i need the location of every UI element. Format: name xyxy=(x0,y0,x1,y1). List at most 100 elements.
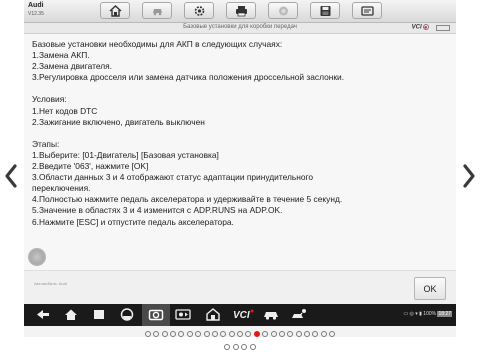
page-indicator-dot[interactable] xyxy=(278,330,285,337)
home-button[interactable] xyxy=(100,2,130,19)
vci-connection-icon: ● xyxy=(422,24,429,31)
page-indicator-dot[interactable] xyxy=(220,330,227,337)
printer-icon xyxy=(236,6,247,17)
page-indicator-dot[interactable] xyxy=(249,343,256,350)
page-indicator-dot[interactable] xyxy=(211,330,218,337)
page-indicator-dot[interactable] xyxy=(320,330,327,337)
page-indicator-dot[interactable] xyxy=(178,330,185,337)
system-clock: 18:27 xyxy=(437,311,452,317)
instruction-line: 1.Нет кодов DTC xyxy=(32,105,98,116)
page-indicator-dot[interactable] xyxy=(203,330,210,337)
page-indicator-dot[interactable] xyxy=(232,343,239,350)
mechanic-button[interactable] xyxy=(290,307,308,322)
home-garage-icon xyxy=(206,308,220,321)
gear-icon xyxy=(194,6,205,16)
instruction-line: Этапы: xyxy=(32,138,60,149)
home-icon xyxy=(65,309,77,320)
brand-name: Audi xyxy=(28,2,44,9)
battery-status-icon xyxy=(436,25,450,31)
back-icon xyxy=(37,310,49,319)
page-indicator-dot[interactable] xyxy=(304,330,310,337)
brand-label: Audi V12.35 xyxy=(28,2,44,18)
system-navbar: VCI ▭ ◎ ▾ ▮ 100% 18:27 xyxy=(24,304,456,326)
save-icon xyxy=(320,6,331,16)
floating-assist-button[interactable] xyxy=(28,248,46,266)
instruction-line: 1.Замена АКП. xyxy=(32,50,90,61)
page-indicator-dot[interactable] xyxy=(287,330,294,337)
vehicle-path-label: Автомобиль: Audi xyxy=(34,281,67,286)
vci-button[interactable]: VCI xyxy=(232,307,254,322)
page-indicator-dot[interactable] xyxy=(237,330,243,337)
page-indicator-dot[interactable] xyxy=(253,330,260,337)
instructions-text: Базовые установки необходимы для АКП в с… xyxy=(32,39,450,228)
camera-button[interactable] xyxy=(147,307,165,322)
top-toolbar: Audi V12.35 xyxy=(24,0,456,23)
instruction-line: Условия: xyxy=(32,94,67,105)
garage-button[interactable] xyxy=(204,307,222,322)
ok-button[interactable]: OK xyxy=(414,277,446,300)
vci-status: VCI ● xyxy=(412,24,430,31)
page-indicator-dot[interactable] xyxy=(241,343,248,350)
next-page-button[interactable] xyxy=(462,163,476,189)
browser-button[interactable] xyxy=(118,307,136,322)
save-button[interactable] xyxy=(310,2,340,19)
mechanic-icon xyxy=(292,309,306,318)
recent-apps-icon xyxy=(94,310,104,319)
instruction-line: 5.Значение в областях 3 и 4 изменится с … xyxy=(32,205,283,216)
status-area: ▭ ◎ ▾ ▮ 100% 18:27 xyxy=(403,311,452,317)
svg-text:VCI: VCI xyxy=(233,310,250,321)
battery-percent: 100% xyxy=(423,311,437,317)
instruction-line: 2.Зажигание включено, двигатель выключен xyxy=(32,116,205,127)
help-button[interactable] xyxy=(268,2,298,19)
vci-label: VCI xyxy=(411,24,422,31)
page-indicator-dot[interactable] xyxy=(245,330,252,337)
page-indicator-dot[interactable] xyxy=(186,330,193,337)
chevron-right-icon xyxy=(463,164,475,188)
instruction-line: Базовые установки необходимы для АКП в с… xyxy=(32,39,283,49)
print-button[interactable] xyxy=(226,2,256,19)
notification-icon: ▭ ◎ ▾ ▮ xyxy=(403,311,422,317)
previous-page-button[interactable] xyxy=(4,163,18,189)
function-header: Базовые установки для коробки передач VC… xyxy=(24,23,456,34)
page-indicator-dot[interactable] xyxy=(195,330,202,337)
instruction-line: 3.Регулировка дросселя или замена датчик… xyxy=(32,72,345,83)
footer-bar: Автомобиль: Audi OK xyxy=(24,270,456,305)
instruction-line: 2.Введите '063', нажмите [OK] xyxy=(32,161,149,172)
car-icon xyxy=(264,312,278,320)
back-button[interactable] xyxy=(34,307,52,322)
screen-record-button[interactable] xyxy=(174,307,192,322)
instruction-line: 2.Замена двигателя. xyxy=(32,61,112,72)
car-icon xyxy=(153,9,162,16)
help-icon xyxy=(279,6,288,16)
page-indicator-dot[interactable] xyxy=(161,330,168,337)
instruction-line: 3.Области данных 3 и 4 отображают статус… xyxy=(32,172,314,194)
app-window: Audi V12.35 Базовые установки для коробк… xyxy=(24,0,456,337)
vehicle-button[interactable] xyxy=(142,2,172,19)
pagination-row-2 xyxy=(0,338,480,356)
vehicle-nav-button[interactable] xyxy=(262,307,280,322)
data-button[interactable] xyxy=(352,2,382,19)
screen-record-icon xyxy=(175,309,191,320)
page-indicator-dot[interactable] xyxy=(262,330,269,337)
page-indicator-dot[interactable] xyxy=(295,330,302,337)
camera-icon xyxy=(148,309,164,321)
function-title: Базовые установки для коробки передач xyxy=(183,24,297,30)
chevron-left-icon xyxy=(5,164,17,188)
page-indicator-dot[interactable] xyxy=(224,343,231,350)
page-indicator-dot[interactable] xyxy=(270,330,277,337)
settings-button[interactable] xyxy=(184,2,214,19)
page-indicator-dot[interactable] xyxy=(312,330,319,337)
instruction-line: 1.Выберите: [01-Двигатель] [Базовая уста… xyxy=(32,149,219,160)
page-indicator-dot[interactable] xyxy=(144,330,151,337)
page-indicator-dot[interactable] xyxy=(170,330,176,337)
instructions-panel: Базовые установки необходимы для АКП в с… xyxy=(24,34,456,270)
home-nav-button[interactable] xyxy=(62,307,80,322)
browser-icon xyxy=(120,308,134,321)
page-indicator-dot[interactable] xyxy=(153,330,160,337)
recent-apps-button[interactable] xyxy=(90,307,108,322)
instruction-line: 4.Полностью нажмите педаль акселератора … xyxy=(32,194,343,205)
page-indicator-dot[interactable] xyxy=(329,330,336,337)
page-indicator-dot[interactable] xyxy=(228,330,235,337)
